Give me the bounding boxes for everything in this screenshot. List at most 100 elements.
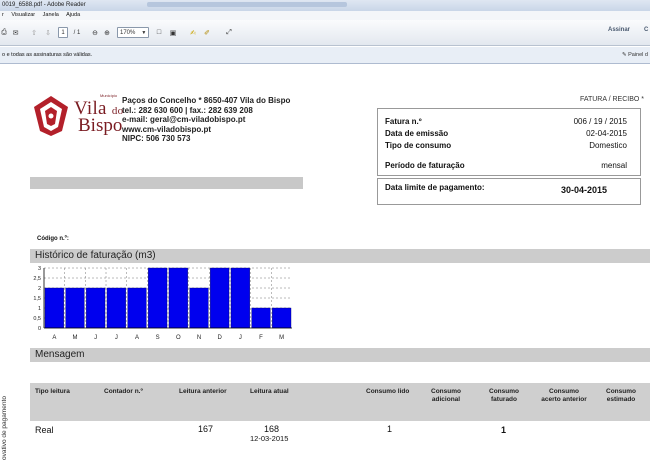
header-additional-consumption: Consumo adicional [428,388,464,404]
due-date-value: 30-04-2015 [561,185,608,195]
billing-period-label: Período de faturação [385,161,465,170]
pen-icon: ✎ [621,52,627,58]
cell-current-reading: 168 [264,424,280,434]
highlight-icon[interactable]: ✐ [202,27,212,38]
readings-table-header: Tipo leitura Contador n.º Leitura anteri… [30,383,650,421]
sign-button[interactable]: Assinar [608,27,630,33]
invoice-info-box: Fatura n.º 006 / 19 / 2015 Data de emiss… [377,108,641,176]
chart-y-tick-label: 2,5 [33,276,41,282]
cell-previous-reading: 167 [198,424,214,434]
chart-bar [44,287,64,329]
billing-period-value: mensal [601,161,627,170]
window-title: 0019_6588.pdf - Adobe Reader [2,2,86,8]
signature-bar: o e todas as assinaturas são válidas. ✎ … [0,47,650,64]
chart-x-tick-label: A [52,335,56,341]
document-page: Município Vila do Bispo Paços do Concelh… [0,65,650,464]
chart-x-tick-label: F [259,335,263,341]
header-estimated-consumption: Consumo estimado [602,388,640,404]
consumption-type-row: Tipo de consumo Domestico [385,140,627,151]
chart-x-tick-label: A [135,335,139,341]
print-icon[interactable]: ⎙ [0,27,8,38]
fullscreen-icon[interactable]: ⤢ [224,27,234,38]
cell-consumption-read: 1 [387,424,393,434]
issuer-nipc: NIPC: 506 730 573 [122,134,191,143]
issuer-address: Paços do Concelho * 8650-407 Vila do Bis… [122,96,291,105]
header-adjustment-line1: Consumo [549,388,579,395]
menu-item-view[interactable]: Visualizar [11,12,35,18]
chart-y-tick-label: 1 [38,306,41,312]
municipal-crest-logo [34,96,68,136]
consumption-history-chart: 0 0,5 1 1,5 2 2,5 3 A M J J A S O N D J F M [33,266,292,341]
issue-date-value: 02-04-2015 [586,129,627,138]
window-titlebar: 0019_6588.pdf - Adobe Reader [0,0,650,11]
chart-x-tick-label: M [279,335,284,341]
chart-bar [86,287,106,329]
header-adjustment-line2: acerto anterior [541,396,587,403]
chart-x-tick-label: M [73,335,78,341]
next-page-icon[interactable]: ⇩ [44,27,52,38]
chart-y-tick-label: 3 [38,266,41,272]
header-reading-type: Tipo leitura [35,388,70,395]
menu-item-window[interactable]: Janela [43,12,59,18]
billing-period-row: Período de faturação mensal [385,160,627,171]
fit-width-icon[interactable]: ▣ [168,27,178,38]
side-vertical-text: ovativo de pagamento [1,385,9,460]
chart-x-tick-label: D [217,335,222,341]
cell-current-reading-date: 12-03-2015 [250,434,289,443]
invoice-number-row: Fatura n.º 006 / 19 / 2015 [385,116,627,127]
logo-bispo: Bispo [78,115,123,136]
chart-bar [168,267,188,329]
chart-x-tick-label: J [94,335,97,341]
header-additional-line1: Consumo [431,388,461,395]
chart-x-tick-label: O [176,335,181,341]
chart-bar [65,287,85,329]
zoom-in-icon[interactable]: ⊕ [102,27,112,38]
chart-y-tick-label: 0 [38,326,41,332]
chart-bar [210,267,230,329]
header-estimated-line2: estimado [606,396,636,403]
chart-y-tick-label: 2 [38,286,41,292]
issue-date-label: Data de emissão [385,129,449,138]
side-vertical-label: ovativo de pagamento [1,396,8,460]
issuer-email: e-mail: geral@cm-viladobispo.pt [122,115,246,124]
zoom-out-icon[interactable]: ⊖ [90,27,100,38]
cell-billed-consumption: 1 [501,425,507,435]
grey-divider-bar [30,177,303,189]
document-type: FATURA / RECIBO * [579,96,644,103]
chart-x-tick-label: N [197,335,201,341]
invoice-number-value: 006 / 19 / 2015 [573,117,627,126]
previous-page-icon[interactable]: ⇧ [30,27,38,38]
header-billed-consumption: Consumo faturado [486,388,522,404]
message-section-title: Mensagem [30,348,650,362]
history-section-title: Histórico de faturação (m3) [30,249,650,263]
codigo-label: Código n.º: [37,236,69,242]
blurred-tab [147,1,348,7]
invoice-number-label: Fatura n.º [385,117,422,126]
chart-bar [251,307,271,329]
fit-page-icon[interactable]: □ [154,27,164,38]
chart-x-tick-label: J [239,335,242,341]
comment-button[interactable]: C [644,27,648,33]
issuer-phone: tel.: 282 630 600 | fax.: 282 639 208 [122,105,253,115]
page-number-input[interactable]: 1 [58,27,68,38]
email-icon[interactable]: ✉ [10,27,21,38]
due-date-label: Data limite de pagamento: [385,183,485,192]
header-current-reading: Leitura atual [250,388,289,395]
chart-x-tick-label: S [156,335,160,341]
chart-x-tick-label: J [115,335,118,341]
chart-y-tick-label: 0,5 [33,316,41,322]
signature-panel-button[interactable]: ✎ Painel d [622,47,648,64]
chart-bar [272,307,292,329]
zoom-select[interactable]: 170% ▼ [117,27,149,38]
signature-message: o e todas as assinaturas são válidas. [2,52,93,58]
zoom-value: 170% [120,29,136,36]
menu-item-file[interactable]: r [2,12,4,18]
cell-reading-type: Real [35,425,54,435]
chevron-down-icon: ▼ [141,29,147,36]
comment-icon[interactable]: ✍ [188,27,198,38]
header-previous-reading: Leitura anterior [179,388,227,395]
menu-item-help[interactable]: Ajuda [66,12,80,18]
consumption-type-label: Tipo de consumo [385,141,452,150]
consumption-type-value: Domestico [589,141,627,150]
header-billed-line2: faturado [491,396,517,403]
